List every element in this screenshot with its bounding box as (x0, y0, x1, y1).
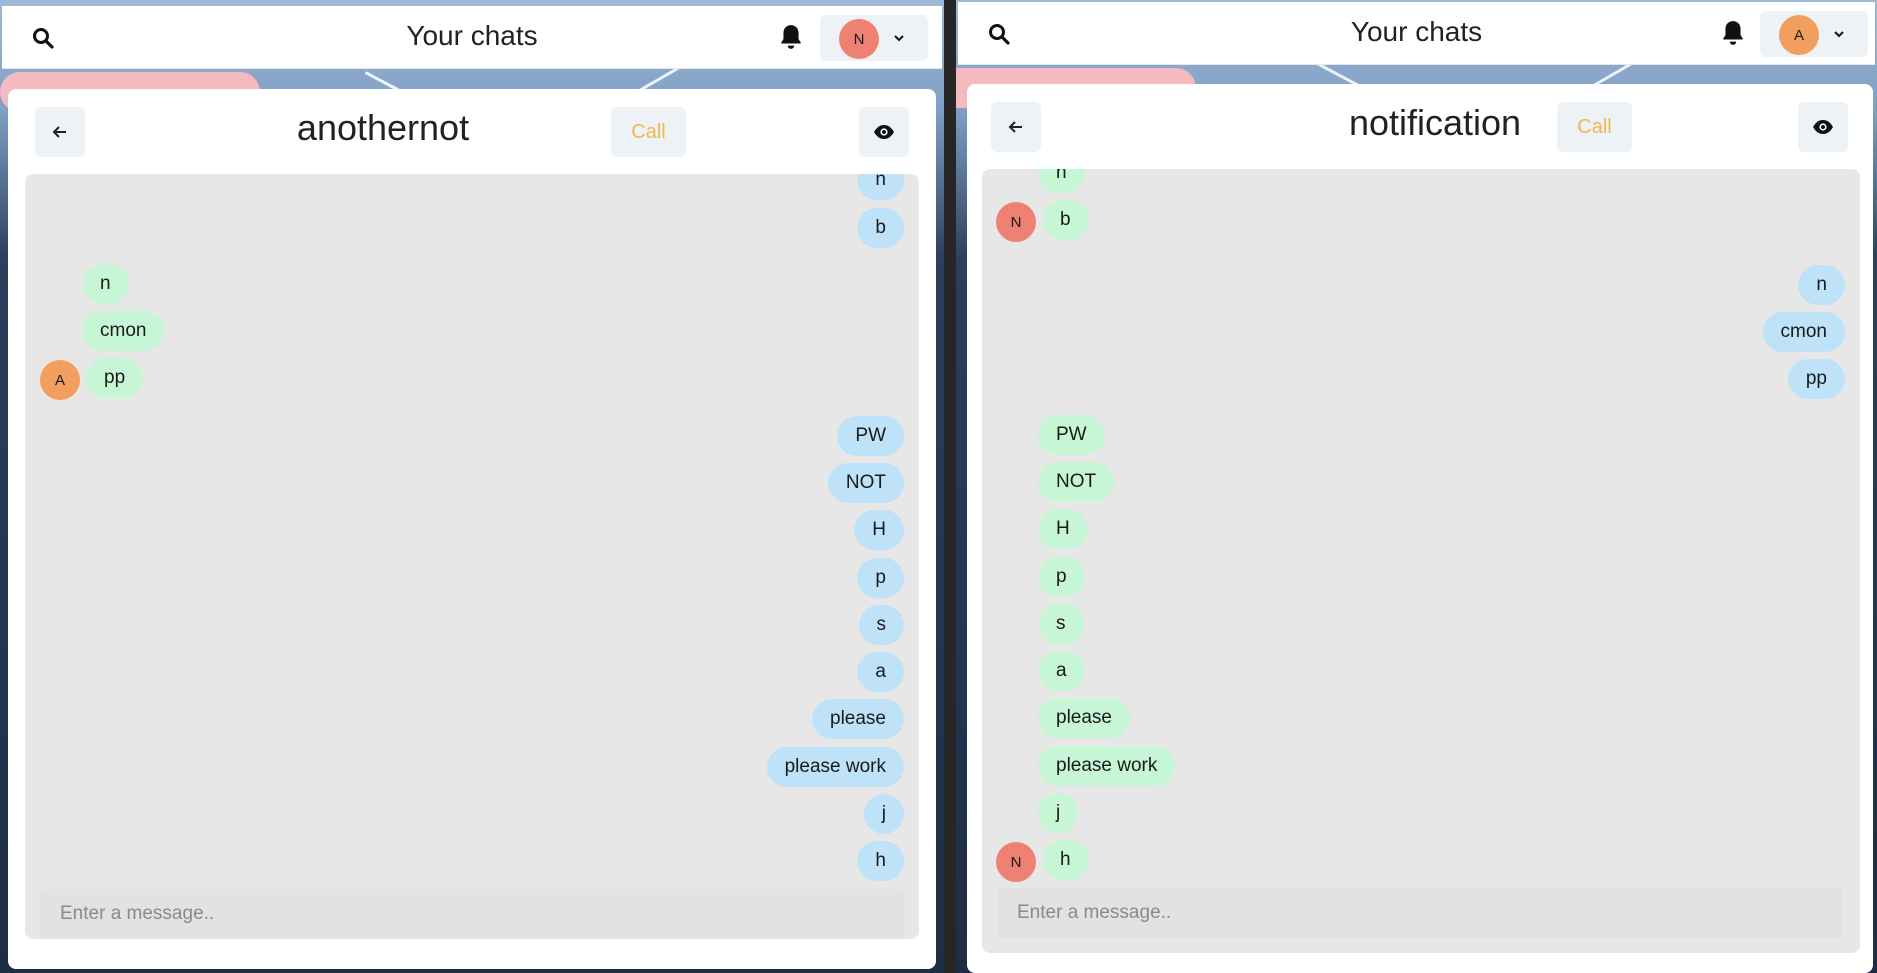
view-profile-button[interactable] (1798, 102, 1848, 152)
sender-avatar[interactable]: N (996, 202, 1036, 242)
message-bubble: PW (1038, 415, 1105, 455)
message-bubble: pp (86, 358, 144, 398)
messages-area[interactable]: n b n cmon pp A PW NOT Hp s a please please work j h (25, 174, 919, 939)
user-menu-button[interactable]: N (820, 15, 928, 61)
view-profile-button[interactable] (859, 107, 909, 157)
message-input[interactable] (40, 889, 904, 939)
message-bubble: n (857, 174, 904, 200)
notifications-button[interactable] (778, 23, 808, 53)
message-bubble: s (1038, 604, 1084, 644)
message-bubble: j (863, 794, 904, 834)
chat-window-left: Your chats N anothernot Call n b n cmon … (0, 0, 944, 973)
message-bubble: p (857, 558, 904, 598)
message-input[interactable] (997, 888, 1843, 938)
bell-icon (781, 25, 801, 49)
message-bubble: b (857, 208, 904, 248)
message-bubble: n (1798, 265, 1845, 305)
chat-title: notification (1348, 102, 1522, 143)
message-bubble: H (854, 510, 904, 550)
message-bubble: s (858, 605, 904, 645)
user-avatar: N (839, 19, 879, 59)
bell-icon (1723, 21, 1743, 45)
eye-icon (1813, 120, 1833, 134)
message-bubble: h (1042, 840, 1089, 880)
message-bubble: pp (1787, 359, 1845, 399)
message-bubble: please work (766, 747, 904, 787)
chat-header: anothernot Call (8, 89, 936, 177)
message-bubble: cmon (1762, 312, 1845, 352)
user-menu-button[interactable]: A (1760, 11, 1868, 57)
message-bubble: j (1038, 793, 1079, 833)
top-navigation-bar: Your chats N (2, 6, 942, 69)
message-bubble: n (1038, 169, 1085, 193)
user-avatar: A (1779, 15, 1819, 55)
message-bubble: n (82, 264, 129, 304)
chevron-down-icon (1834, 31, 1844, 38)
eye-icon (874, 125, 894, 139)
message-bubble: cmon (82, 311, 165, 351)
sender-avatar[interactable]: A (40, 360, 80, 400)
message-bubble: NOT (1038, 462, 1115, 502)
message-bubble: h (857, 841, 904, 881)
call-button[interactable]: Call (611, 107, 686, 157)
chat-panel: anothernot Call n b n cmon pp A PW NOT Hp s a pleas… (8, 89, 936, 969)
message-bubble: a (857, 652, 904, 692)
top-navigation-bar: Your chats A (958, 2, 1875, 65)
message-bubble: b (1042, 200, 1089, 240)
sender-avatar[interactable]: N (996, 842, 1036, 882)
window-divider (944, 0, 956, 973)
message-bubble: NOT (827, 463, 904, 503)
message-bubble: p (1038, 557, 1085, 597)
call-button[interactable]: Call (1557, 102, 1632, 152)
messages-area[interactable]: n b Nn cmon pp PW NOT Hp s a please please work j h N (982, 169, 1860, 953)
chat-header: notification Call (967, 84, 1873, 172)
chevron-down-icon (894, 35, 904, 42)
message-bubble: H (1038, 509, 1088, 549)
notifications-button[interactable] (1720, 19, 1750, 49)
message-bubble: please (812, 699, 904, 739)
message-bubble: please (1038, 698, 1130, 738)
message-bubble: PW (837, 416, 904, 456)
chat-panel: notification Call n b Nn cmon pp PW NOT Hp s a ple… (967, 84, 1873, 973)
chat-window-right: Your chats A notification Call n b N n c… (956, 0, 1877, 973)
message-bubble: please work (1038, 746, 1176, 786)
message-bubble: a (1038, 651, 1085, 691)
